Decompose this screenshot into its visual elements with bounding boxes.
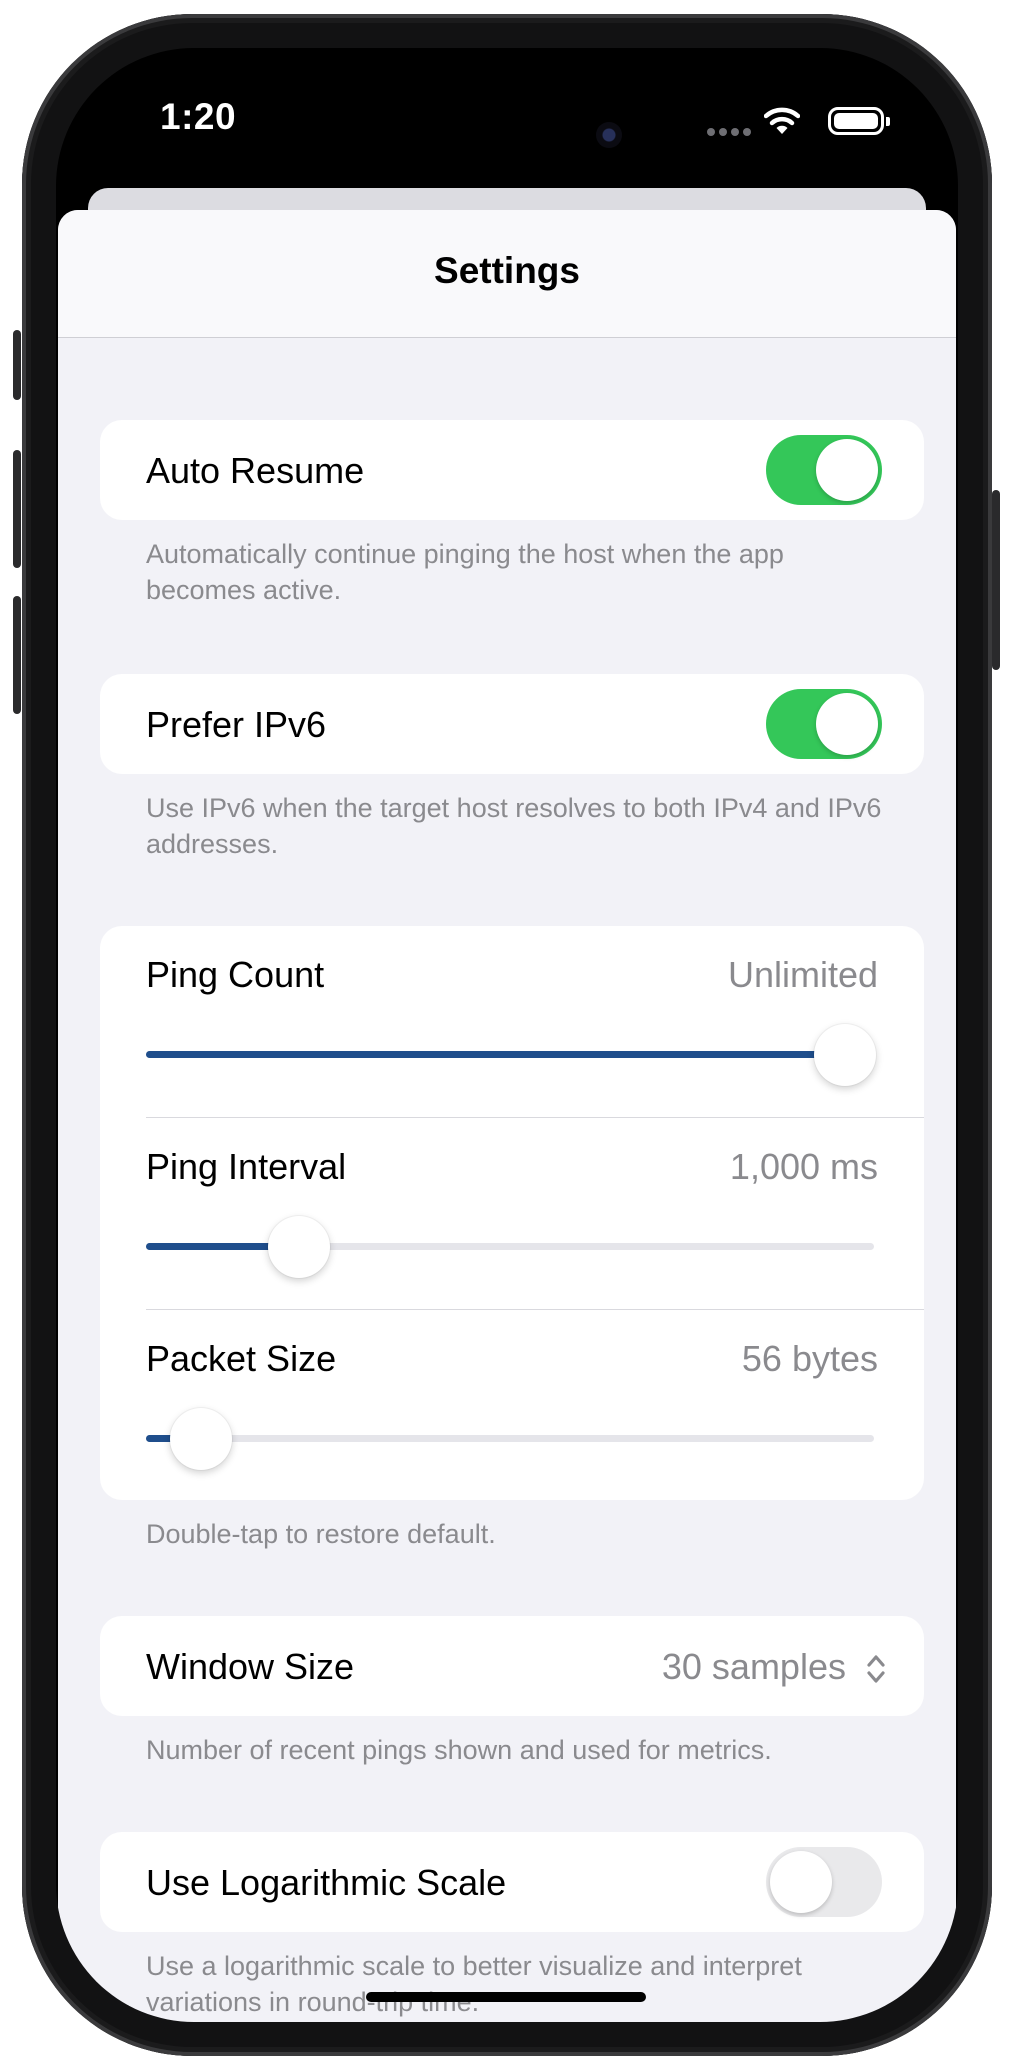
packet-size-slider[interactable] [146, 1408, 874, 1470]
dynamic-island [384, 90, 632, 162]
log-scale-group: Use Logarithmic Scale [100, 1832, 924, 1932]
slider-thumb[interactable] [813, 1024, 876, 1086]
ping-count-value: Unlimited [727, 954, 878, 995]
log-scale-label: Use Logarithmic Scale [146, 1862, 507, 1903]
sliders-footer: Double-tap to restore default. [146, 1519, 496, 1549]
ping-interval-slider[interactable] [146, 1216, 874, 1278]
slider-thumb[interactable] [169, 1408, 232, 1470]
power-button [992, 490, 1000, 670]
ping-count-slider[interactable] [146, 1024, 876, 1086]
log-scale-footer: Use a logarithmic scale to better visual… [146, 1951, 802, 2017]
battery-icon [828, 107, 890, 135]
volume-down-button [13, 596, 21, 714]
window-size-label: Window Size [146, 1646, 355, 1687]
packet-size-label: Packet Size [146, 1338, 337, 1379]
slider-track [146, 1435, 874, 1442]
log-scale-toggle[interactable] [766, 1847, 882, 1917]
prefer-ipv6-label: Prefer IPv6 [146, 704, 327, 745]
prefer-ipv6-footer: Use IPv6 when the target host resolves t… [146, 793, 882, 859]
screen: 1:20 Settings Auto Resume Automatically … [56, 48, 958, 2022]
chevron-up-down-icon [867, 1655, 885, 1684]
wifi-icon [764, 107, 800, 134]
ping-interval-label: Ping Interval [146, 1146, 347, 1187]
slider-thumb[interactable] [267, 1216, 330, 1278]
row-divider [146, 1309, 924, 1310]
ping-count-label: Ping Count [146, 954, 325, 995]
action-button [13, 330, 21, 400]
device-frame: 1:20 Settings Auto Resume Automatically … [22, 14, 992, 2056]
window-size-value: 30 samples [661, 1646, 846, 1687]
ping-interval-value: 1,000 ms [729, 1146, 878, 1187]
toggle-knob [816, 693, 878, 755]
auto-resume-toggle[interactable] [766, 435, 882, 505]
auto-resume-label: Auto Resume [146, 450, 365, 491]
auto-resume-group: Auto Resume [100, 420, 924, 520]
volume-up-button [13, 450, 21, 568]
auto-resume-footer: Automatically continue pinging the host … [146, 539, 784, 605]
status-time: 1:20 [160, 96, 237, 137]
settings-sheet: Settings Auto Resume Automatically conti… [58, 210, 956, 2022]
home-indicator[interactable] [366, 1992, 646, 2002]
window-size-footer: Number of recent pings shown and used fo… [146, 1735, 772, 1765]
toggle-knob [770, 1851, 832, 1913]
camera-icon [596, 122, 622, 148]
slider-fill [146, 1051, 845, 1058]
window-size-row[interactable]: Window Size 30 samples [100, 1616, 924, 1716]
prefer-ipv6-toggle[interactable] [766, 689, 882, 759]
ping-parameters-group: Ping Count Unlimited Ping Interval 1,000… [100, 926, 924, 1500]
page-title: Settings [434, 250, 580, 291]
navigation-bar: Settings [58, 210, 956, 338]
prefer-ipv6-group: Prefer IPv6 [100, 674, 924, 774]
packet-size-value: 56 bytes [741, 1338, 878, 1379]
toggle-knob [816, 439, 878, 501]
window-size-picker[interactable]: 30 samples [662, 1646, 886, 1688]
row-divider [146, 1117, 924, 1118]
